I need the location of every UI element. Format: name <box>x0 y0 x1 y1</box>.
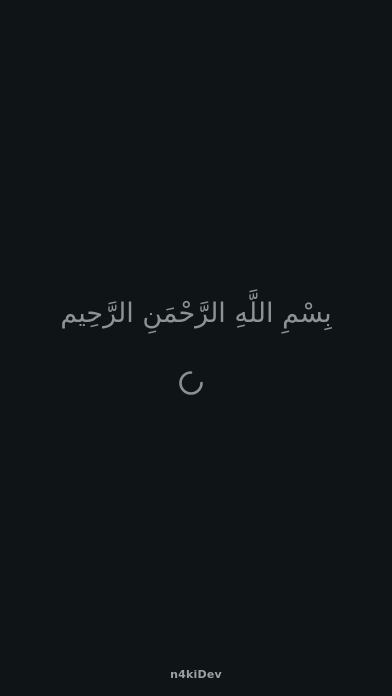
splash-screen: بِسْمِ اللَّهِ الرَّحْمَنِ الرَّحِيم n4k… <box>0 0 392 696</box>
developer-credit: n4kiDev <box>170 668 222 681</box>
basmala-text: بِسْمِ اللَّهِ الرَّحْمَنِ الرَّحِيم <box>60 298 332 329</box>
loading-spinner-icon <box>178 370 204 396</box>
